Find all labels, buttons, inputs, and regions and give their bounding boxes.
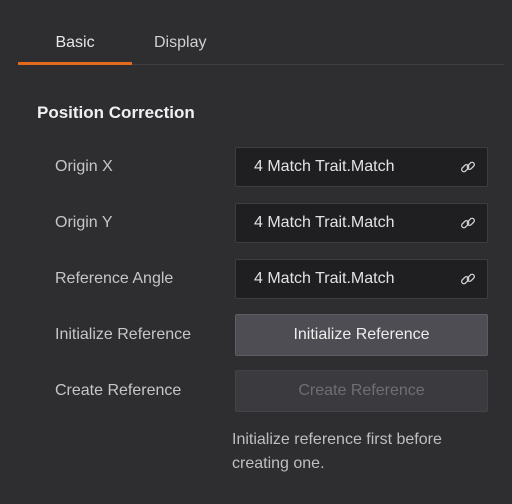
reference-angle-value: 4 Match Trait.Match <box>254 270 395 287</box>
tab-bar: Basic Display <box>18 28 504 65</box>
origin-x-field[interactable]: 4 Match Trait.Match <box>235 147 488 187</box>
initialize-reference-label: Initialize Reference <box>55 326 192 343</box>
origin-y-value: 4 Match Trait.Match <box>254 214 395 231</box>
hint-text: Initialize reference first before creati… <box>232 428 512 476</box>
link-icon[interactable] <box>453 208 483 238</box>
tab-display[interactable]: Display <box>154 28 206 62</box>
origin-x-value: 4 Match Trait.Match <box>254 158 395 175</box>
link-icon[interactable] <box>453 152 483 182</box>
origin-x-label: Origin X <box>55 158 113 175</box>
create-reference-button: Create Reference <box>235 370 488 412</box>
section-title: Position Correction <box>37 103 195 122</box>
initialize-reference-button[interactable]: Initialize Reference <box>235 314 488 356</box>
tab-basic[interactable]: Basic <box>18 28 132 65</box>
create-reference-label: Create Reference <box>55 382 182 399</box>
link-icon[interactable] <box>453 264 483 294</box>
origin-y-field[interactable]: 4 Match Trait.Match <box>235 203 488 243</box>
properties-panel: Basic Display Position Correction Origin… <box>0 0 512 504</box>
hint-line-1: Initialize reference first before <box>232 431 442 448</box>
hint-line-2: creating one. <box>232 455 325 472</box>
reference-angle-label: Reference Angle <box>55 270 174 287</box>
origin-y-label: Origin Y <box>55 214 113 231</box>
reference-angle-field[interactable]: 4 Match Trait.Match <box>235 259 488 299</box>
